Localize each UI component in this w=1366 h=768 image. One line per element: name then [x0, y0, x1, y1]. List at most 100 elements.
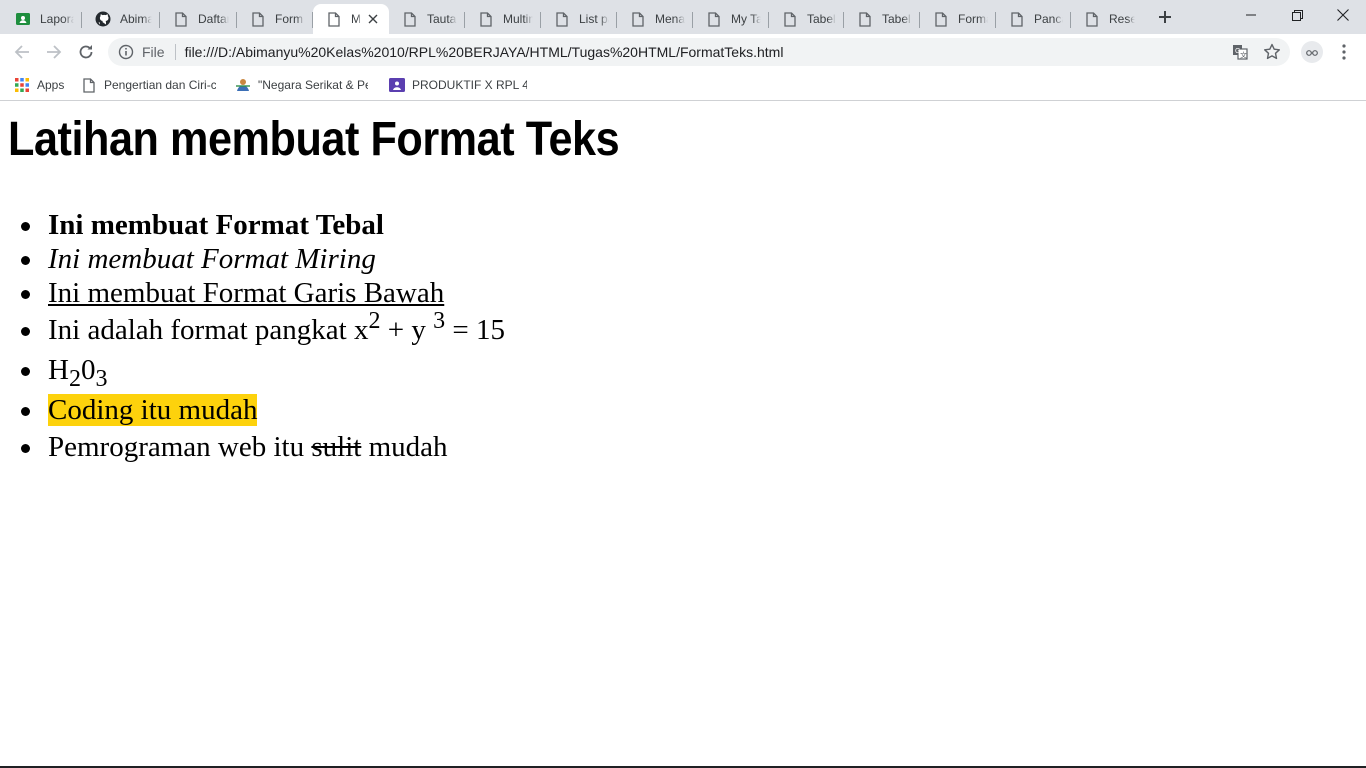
power-suffix: = 15	[445, 314, 505, 346]
tab-title: Abima	[120, 12, 152, 26]
highlighted-text: Coding itu mudah	[48, 394, 258, 426]
tab-title: Forma	[958, 12, 988, 26]
tab-multim[interactable]: Multim	[465, 4, 541, 34]
tab-tabel-n[interactable]: Tabel N	[844, 4, 920, 34]
page-title: Latihan membuat Format Teks	[8, 113, 620, 166]
tab-tautan[interactable]: Tautan	[389, 4, 465, 34]
forward-button[interactable]	[40, 38, 68, 66]
bookmark-negara-serikat[interactable]: "Negara Serikat & Pe	[235, 75, 371, 95]
tab-title: List pa	[579, 12, 609, 26]
restore-button[interactable]	[1274, 0, 1320, 30]
subscript-3: 3	[95, 366, 108, 393]
site-favicon-icon	[235, 77, 251, 93]
superscript-3: 3	[433, 308, 446, 335]
bookmark-apps[interactable]: Apps	[14, 75, 64, 95]
bookmark-star-icon[interactable]	[1262, 42, 1282, 62]
tab-title: Form C	[275, 12, 305, 26]
browser-menu-button[interactable]	[1334, 40, 1354, 64]
list-item-bold: Ini membuat Format Tebal	[21, 208, 505, 242]
tab-title: Pancas	[1034, 12, 1063, 26]
page-icon	[706, 11, 722, 27]
arrow-right-icon	[47, 45, 62, 59]
italic-text: Ini membuat Format Miring	[48, 243, 376, 275]
superscript-2: 2	[368, 308, 381, 335]
tab-title: Resep	[1109, 12, 1135, 26]
minimize-icon	[1246, 14, 1256, 16]
bookmark-label: Apps	[37, 78, 65, 92]
tab-tabel-l[interactable]: Tabel_l	[769, 4, 844, 34]
strikethrough-text: sulit	[311, 431, 362, 463]
tab-title: My Tal	[731, 12, 761, 26]
page-icon	[857, 11, 873, 27]
restore-icon	[1291, 9, 1303, 21]
tab-active-me[interactable]: Me	[313, 4, 389, 34]
page-icon	[81, 77, 97, 93]
list-item-superscript: Ini adalah format pangkat x2 + y 3 = 15	[21, 308, 505, 350]
tab-menan[interactable]: Menan	[617, 4, 693, 34]
bookmark-label: "Negara Serikat & Pe	[258, 78, 368, 92]
tab-list-pa[interactable]: List pa	[541, 4, 617, 34]
page-icon	[782, 11, 798, 27]
tab-resep[interactable]: Resep	[1071, 4, 1143, 34]
web-page-content: Latihan membuat Format Teks Ini membuat …	[0, 102, 1366, 766]
back-button[interactable]	[8, 38, 36, 66]
page-icon	[173, 11, 189, 27]
bookmarks-bar: Apps Pengertian dan Ciri-c "Negara Serik…	[0, 70, 1366, 101]
github-icon	[95, 11, 111, 27]
tab-title: Tabel_l	[807, 12, 836, 26]
incognito-profile-avatar[interactable]	[1301, 41, 1323, 63]
page-icon	[933, 11, 949, 27]
vertical-dots-icon	[1342, 44, 1346, 60]
list-item-italic: Ini membuat Format Miring	[21, 242, 505, 276]
reload-button[interactable]	[72, 38, 100, 66]
tab-abima[interactable]: Abima	[82, 4, 160, 34]
formula-zero: 0	[80, 354, 96, 386]
tab-lapora[interactable]: Lapora	[2, 4, 82, 34]
list-item-subscript: H203	[21, 350, 505, 393]
list-item-strikethrough: Pemrograman web itu sulit mudah	[21, 430, 505, 464]
browser-toolbar: File file:///D:/Abimanyu%20Kelas%2010/RP…	[0, 34, 1366, 70]
page-icon	[1009, 11, 1025, 27]
tab-strip: Lapora Abima Daftar Form C Me	[0, 0, 1366, 34]
tab-title: Daftar	[198, 12, 229, 26]
translate-icon[interactable]: G文	[1230, 42, 1250, 62]
tab-title: Lapora	[40, 12, 74, 26]
page-icon	[250, 11, 266, 27]
bookmark-produktif[interactable]: PRODUKTIF X RPL 4 -	[389, 75, 529, 95]
tab-forma[interactable]: Forma	[920, 4, 996, 34]
tab-my-tal[interactable]: My Tal	[693, 4, 769, 34]
page-icon	[554, 11, 570, 27]
apps-grid-icon	[14, 77, 30, 93]
close-tab-icon[interactable]	[365, 11, 381, 27]
tab-title: Tabel N	[882, 12, 912, 26]
page-icon	[402, 11, 418, 27]
power-mid: + y	[380, 314, 434, 346]
tab-title: Multim	[503, 12, 533, 26]
bookmark-pengertian[interactable]: Pengertian dan Ciri-c	[81, 75, 221, 95]
address-bar[interactable]: File file:///D:/Abimanyu%20Kelas%2010/RP…	[108, 38, 1290, 66]
info-icon[interactable]	[118, 44, 134, 60]
power-prefix: Ini adalah format pangkat x	[48, 314, 369, 346]
formula-h: H	[48, 354, 69, 386]
list-item-highlight: Coding itu mudah	[21, 390, 505, 430]
minimize-button[interactable]	[1228, 0, 1274, 30]
tab-form[interactable]: Form C	[237, 4, 313, 34]
svg-text:文: 文	[1240, 51, 1247, 60]
new-tab-button[interactable]	[1151, 5, 1179, 29]
google-classroom-icon	[15, 11, 31, 27]
tab-pancas[interactable]: Pancas	[996, 4, 1071, 34]
bold-text: Ini membuat Format Tebal	[48, 209, 384, 241]
strike-prefix: Pemrograman web itu	[48, 431, 312, 463]
tab-daftar[interactable]: Daftar	[160, 4, 237, 34]
url-text[interactable]: file:///D:/Abimanyu%20Kelas%2010/RPL%20B…	[185, 44, 784, 60]
close-window-button[interactable]	[1320, 0, 1366, 30]
underline-text: Ini membuat Format Garis Bawah	[48, 277, 445, 309]
plus-icon	[1159, 11, 1171, 23]
classroom-icon	[389, 77, 405, 93]
subscript-2: 2	[68, 366, 81, 393]
profile-icon	[1306, 50, 1318, 56]
page-icon	[326, 11, 342, 27]
close-icon	[1337, 9, 1349, 21]
reload-icon	[79, 45, 93, 59]
page-icon	[1084, 11, 1100, 27]
